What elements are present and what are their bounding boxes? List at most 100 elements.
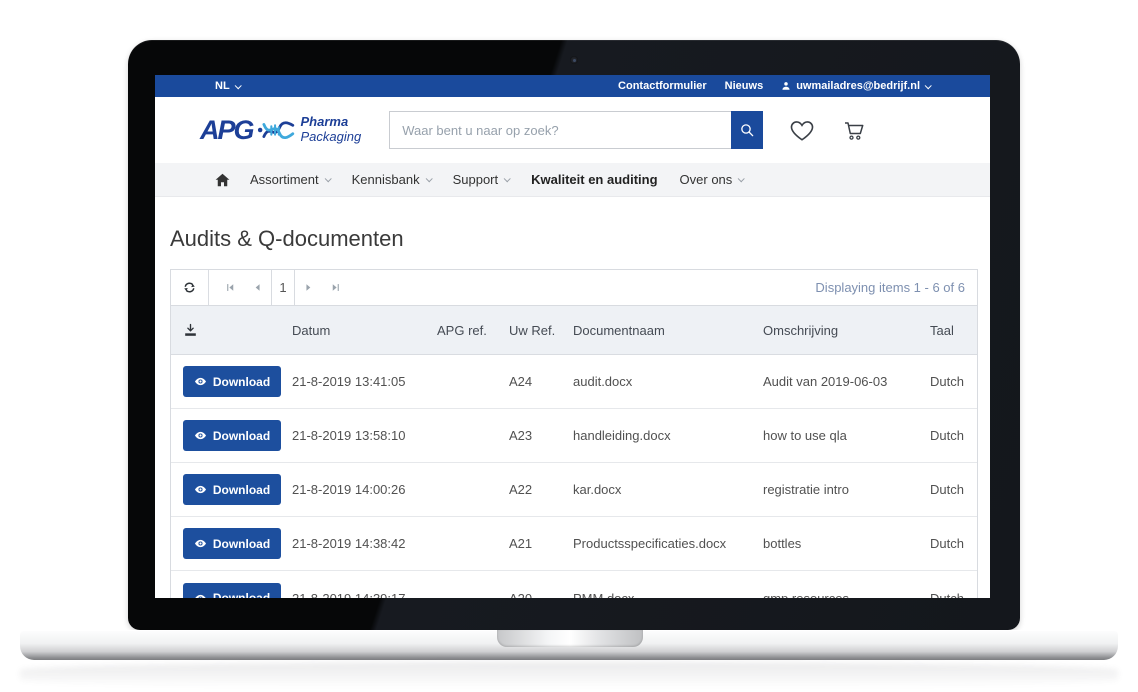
download-button[interactable]: Download bbox=[183, 528, 281, 559]
column-header-datum[interactable]: Datum bbox=[292, 323, 437, 338]
logo-line2: Packaging bbox=[301, 130, 362, 145]
home-icon bbox=[215, 173, 230, 187]
download-tray-icon bbox=[183, 323, 292, 338]
dna-logo-icon bbox=[257, 116, 295, 144]
search-icon bbox=[739, 122, 755, 138]
refresh-icon bbox=[182, 280, 197, 295]
cell-documentnaam: Productsspecificaties.docx bbox=[573, 536, 763, 551]
wishlist-button[interactable] bbox=[789, 118, 815, 142]
cell-documentnaam: audit.docx bbox=[573, 374, 763, 389]
nav-item-kennisbank[interactable]: Kennisbank bbox=[352, 172, 431, 187]
cell-omschrijving: how to use qla bbox=[763, 428, 930, 443]
cell-taal: Dutch bbox=[930, 374, 965, 389]
first-page-icon bbox=[225, 282, 236, 293]
user-icon bbox=[781, 81, 791, 91]
laptop-mockup: NL Contactformulier Nieuws uwmailadres@b… bbox=[0, 0, 1138, 692]
current-page[interactable]: 1 bbox=[271, 270, 295, 305]
page-title: Audits & Q-documenten bbox=[170, 226, 978, 252]
account-email: uwmailadres@bedrijf.nl bbox=[796, 80, 920, 92]
cell-uw-ref: A23 bbox=[509, 428, 573, 443]
cell-documentnaam: kar.docx bbox=[573, 482, 763, 497]
first-page-button[interactable] bbox=[217, 270, 244, 305]
site-logo[interactable]: APG Pharma Packaging bbox=[200, 115, 361, 145]
download-button[interactable]: Download bbox=[183, 583, 281, 599]
prev-page-icon bbox=[252, 282, 263, 293]
cell-taal: Dutch bbox=[930, 482, 965, 497]
refresh-button[interactable] bbox=[171, 270, 209, 305]
last-page-icon bbox=[330, 282, 341, 293]
chevron-down-icon bbox=[425, 175, 432, 182]
nav-item-label: Over ons bbox=[680, 172, 733, 187]
cell-taal: Dutch bbox=[930, 536, 965, 551]
table-row: Download 21-8-2019 14:39:17 A20 PMM.docx… bbox=[171, 571, 977, 598]
cell-datum: 21-8-2019 13:41:05 bbox=[292, 374, 437, 389]
site-header: APG Pharma Packaging bbox=[155, 97, 990, 163]
nav-item-label: Assortiment bbox=[250, 172, 319, 187]
search-input[interactable] bbox=[389, 111, 731, 149]
search-button[interactable] bbox=[731, 111, 763, 149]
cell-uw-ref: A22 bbox=[509, 482, 573, 497]
last-page-button[interactable] bbox=[322, 270, 349, 305]
column-header-apg-ref[interactable]: APG ref. bbox=[437, 323, 509, 338]
download-button[interactable]: Download bbox=[183, 366, 281, 397]
top-utility-bar: NL Contactformulier Nieuws uwmailadres@b… bbox=[155, 75, 990, 97]
cell-taal: Dutch bbox=[930, 428, 965, 443]
search-bar bbox=[389, 111, 763, 149]
eye-icon bbox=[194, 537, 207, 550]
column-header-omschrijving[interactable]: Omschrijving bbox=[763, 323, 930, 338]
column-header-taal[interactable]: Taal bbox=[930, 323, 965, 338]
browser-screen: NL Contactformulier Nieuws uwmailadres@b… bbox=[155, 75, 990, 598]
cart-icon bbox=[841, 118, 866, 142]
cell-datum: 21-8-2019 13:58:10 bbox=[292, 428, 437, 443]
table-row: Download 21-8-2019 14:38:42 A21 Products… bbox=[171, 517, 977, 571]
column-header-documentnaam[interactable]: Documentnaam bbox=[573, 323, 763, 338]
table-header-row: Datum APG ref. Uw Ref. Documentnaam Omsc… bbox=[171, 306, 977, 355]
nav-item-label: Support bbox=[453, 172, 499, 187]
language-label: NL bbox=[215, 80, 230, 92]
language-selector[interactable]: NL bbox=[215, 80, 240, 92]
cell-datum: 21-8-2019 14:00:26 bbox=[292, 482, 437, 497]
eye-icon bbox=[194, 375, 207, 388]
download-button[interactable]: Download bbox=[183, 420, 281, 451]
cell-documentnaam: PMM.docx bbox=[573, 591, 763, 599]
heart-icon bbox=[789, 118, 815, 142]
logo-text: Pharma Packaging bbox=[301, 115, 362, 145]
download-button[interactable]: Download bbox=[183, 474, 281, 505]
cell-omschrijving: registratie intro bbox=[763, 482, 930, 497]
topbar-link-contactformulier[interactable]: Contactformulier bbox=[618, 80, 707, 92]
laptop-reflection bbox=[20, 662, 1118, 688]
download-cell: Download bbox=[183, 583, 292, 599]
paging-status: Displaying items 1 - 6 of 6 bbox=[349, 270, 977, 305]
table-toolbar: 1 Displaying items 1 - 6 of 6 bbox=[171, 270, 977, 306]
download-cell: Download bbox=[183, 474, 292, 505]
account-menu[interactable]: uwmailadres@bedrijf.nl bbox=[781, 80, 930, 92]
topbar-link-nieuws[interactable]: Nieuws bbox=[725, 80, 764, 92]
download-button-label: Download bbox=[213, 429, 270, 443]
table-row: Download 21-8-2019 13:41:05 A24 audit.do… bbox=[171, 355, 977, 409]
next-page-icon bbox=[303, 282, 314, 293]
download-button-label: Download bbox=[213, 537, 270, 551]
cell-uw-ref: A20 bbox=[509, 591, 573, 599]
download-cell: Download bbox=[183, 420, 292, 451]
main-nav: Assortiment Kennisbank Support Kwaliteit… bbox=[155, 163, 990, 197]
nav-home[interactable] bbox=[215, 173, 230, 187]
chevron-down-icon bbox=[925, 82, 932, 89]
prev-page-button[interactable] bbox=[244, 270, 271, 305]
cell-datum: 21-8-2019 14:38:42 bbox=[292, 536, 437, 551]
download-button-label: Download bbox=[213, 375, 270, 389]
download-button-label: Download bbox=[213, 483, 270, 497]
nav-item-over-ons[interactable]: Over ons bbox=[680, 172, 744, 187]
nav-item-assortiment[interactable]: Assortiment bbox=[250, 172, 330, 187]
chevron-down-icon bbox=[504, 175, 511, 182]
cell-taal: Dutch bbox=[930, 591, 965, 599]
cell-uw-ref: A24 bbox=[509, 374, 573, 389]
cart-button[interactable] bbox=[841, 118, 866, 142]
column-header-uw-ref[interactable]: Uw Ref. bbox=[509, 323, 573, 338]
nav-item-kwaliteit-en-auditing[interactable]: Kwaliteit en auditing bbox=[531, 172, 657, 187]
logo-acronym: APG bbox=[200, 117, 253, 144]
cell-omschrijving: gmp resources bbox=[763, 591, 930, 599]
download-button-label: Download bbox=[213, 591, 270, 598]
next-page-button[interactable] bbox=[295, 270, 322, 305]
nav-item-support[interactable]: Support bbox=[453, 172, 510, 187]
chevron-down-icon bbox=[738, 175, 745, 182]
